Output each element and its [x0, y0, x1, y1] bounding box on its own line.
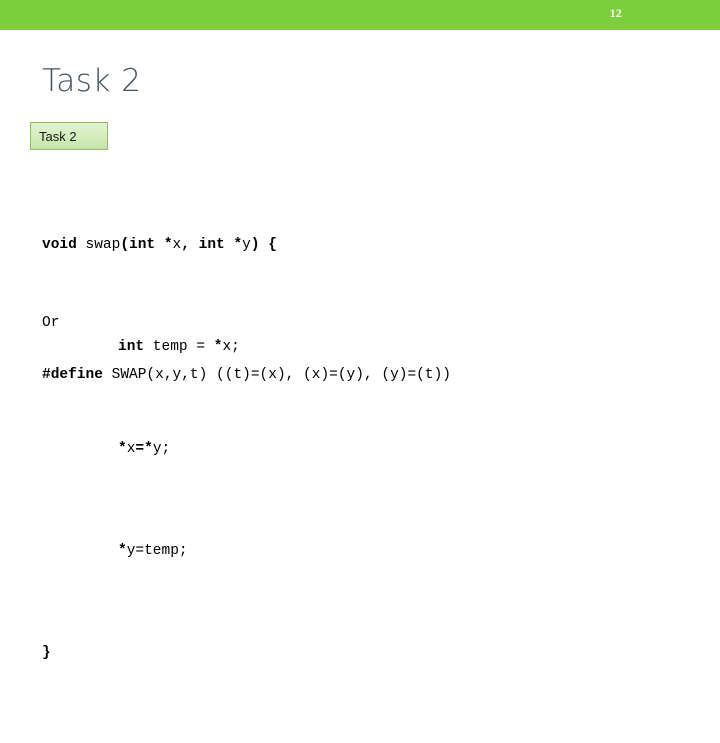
- code-token: ) {: [250, 236, 277, 253]
- page-title: Task 2: [42, 63, 142, 99]
- code-line-4: *y=temp;: [42, 539, 682, 565]
- task-label-chip: Task 2: [30, 122, 108, 150]
- code-token: y: [242, 236, 251, 253]
- code-token: #define: [42, 367, 103, 383]
- code-line-3: *x=*y;: [42, 437, 682, 463]
- code-line-1: void swap(int *x, int *y) {: [42, 233, 682, 259]
- code-block: void swap(int *x, int *y) { int temp = *…: [42, 156, 682, 743]
- code-token: =*: [135, 440, 153, 457]
- page-number: 12: [609, 6, 622, 20]
- code-token: y=temp;: [126, 542, 188, 559]
- slide: 12 Task 2 Task 2 void swap(int *x, int *…: [0, 0, 720, 661]
- code-line-2: int temp = *x;: [42, 335, 682, 361]
- code-token: int: [118, 338, 145, 355]
- task-label-chip-text: Task 2: [39, 128, 77, 144]
- code-token: y;: [152, 440, 171, 457]
- code-token: SWAP(x,y,t) ((t)=(x), (x)=(y), (y)=(t)): [102, 367, 451, 383]
- code-token: *: [118, 440, 127, 457]
- code-token: (int *: [120, 236, 173, 253]
- code-token: , int *: [181, 236, 243, 253]
- code-line-5: }: [42, 641, 682, 667]
- code-token: temp =: [144, 338, 214, 355]
- code-token: *: [118, 542, 127, 559]
- code-token: swap: [76, 236, 121, 253]
- code-token: x: [172, 236, 182, 253]
- code-token: x;: [222, 338, 240, 355]
- code-token: }: [42, 644, 51, 661]
- code-token: void: [42, 236, 77, 253]
- or-separator-text: Or: [42, 315, 60, 331]
- define-macro-line: #define SWAP(x,y,t) ((t)=(x), (x)=(y), (…: [42, 365, 451, 385]
